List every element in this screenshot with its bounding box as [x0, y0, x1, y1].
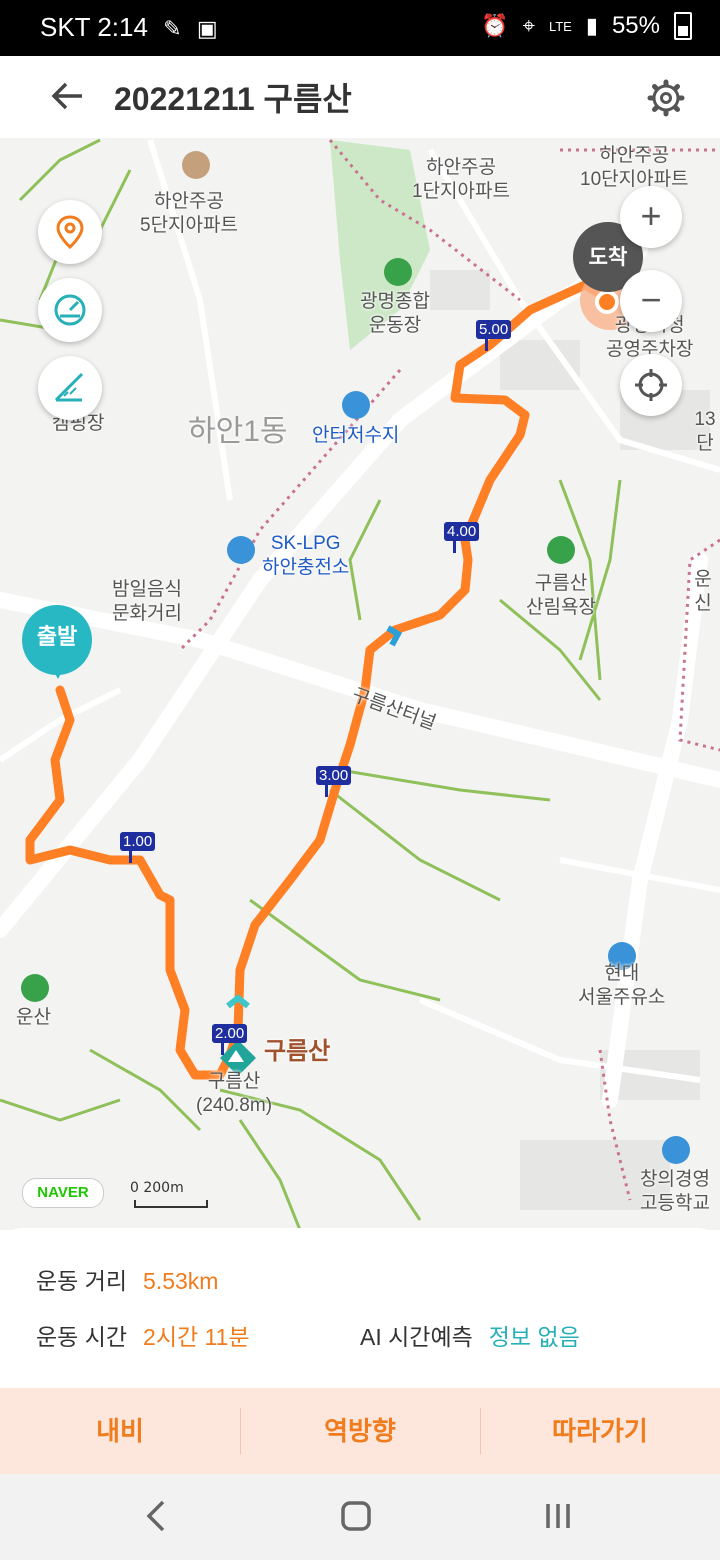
- slope-icon: [54, 372, 84, 402]
- zoom-in-button[interactable]: +: [620, 186, 682, 248]
- network-label: LTE: [548, 18, 572, 34]
- map-label-lpg: SK-LPG 하안충전소: [262, 533, 350, 578]
- system-nav-bar: [0, 1474, 720, 1560]
- time-value: 2시간 11분: [143, 1324, 250, 1350]
- km-marker: 3.00: [316, 766, 352, 797]
- page-title: 20221211 구름산: [114, 81, 352, 117]
- map-label-hanan10: 하안주공 10단지아파트: [580, 145, 689, 190]
- map-label-unsan: 운산: [16, 1007, 51, 1028]
- time-label: 운동 시간: [36, 1324, 128, 1350]
- distance-stat: 운동 거리 5.53km: [36, 1262, 218, 1296]
- map-label-far-right-1: 13단: [694, 409, 716, 454]
- stats-panel: 운동 거리 5.53km 운동 시간 2시간 11분 AI 시간예측 정보 없음: [0, 1228, 720, 1388]
- status-bar: SKT 2:14 ✎ ▣ ⏰ ⌖ LTE ▮ 55%: [0, 0, 720, 56]
- map-pin-icon: [56, 215, 84, 249]
- notification-icon: ✎: [163, 16, 182, 41]
- crosshair-icon: [635, 369, 667, 401]
- map-label-stadium: 광명종합 운동장: [360, 291, 430, 336]
- map-label-forest: 구름산 산림욕장: [526, 573, 596, 618]
- zoom-out-button[interactable]: −: [620, 270, 682, 332]
- start-pin-tip: [48, 661, 68, 679]
- map-label-food-street: 밤일음식 문화거리: [112, 579, 182, 624]
- recent-apps-icon[interactable]: [528, 1496, 588, 1538]
- app-header: 20221211 구름산: [0, 56, 720, 139]
- map-label-hyundai: 현대 서울주유소: [578, 963, 666, 1008]
- carrier-time: SKT 2:14: [40, 12, 148, 42]
- start-pin[interactable]: 출발: [22, 605, 94, 679]
- reverse-button[interactable]: 역방향: [240, 1388, 480, 1474]
- map-label-peak-detail: 구름산 (240.8m): [196, 1071, 273, 1116]
- km-marker: 2.00: [212, 1024, 248, 1055]
- scale-label: 0 200m: [130, 1180, 184, 1196]
- location-pin-button[interactable]: [38, 200, 102, 264]
- map-label-reservoir: 안터저수지: [312, 425, 400, 446]
- elevation-button[interactable]: [38, 356, 102, 420]
- alarm-icon: ⏰: [481, 13, 509, 38]
- follow-button[interactable]: 따라가기: [480, 1388, 720, 1474]
- distance-value: 5.53km: [143, 1268, 219, 1294]
- map-label-peak-name: 구름산: [264, 1038, 331, 1065]
- time-stat: 운동 시간 2시간 11분: [36, 1318, 250, 1352]
- battery-icon: [674, 12, 692, 40]
- naver-logo: NAVER: [22, 1178, 104, 1208]
- home-nav-icon[interactable]: [326, 1496, 386, 1538]
- locate-me-button[interactable]: [620, 354, 682, 416]
- battery-percent: 55%: [611, 12, 660, 39]
- speedometer-icon: [54, 294, 86, 326]
- ai-prediction-stat: AI 시간예측 정보 없음: [360, 1318, 580, 1352]
- km-marker: 1.00: [120, 832, 156, 863]
- map-label-school: 창의경영 고등학교: [640, 1169, 710, 1214]
- map-label-far-right-2: 운신: [694, 569, 712, 614]
- status-left: SKT 2:14 ✎ ▣: [40, 12, 226, 43]
- gear-icon[interactable]: [644, 76, 688, 120]
- location-icon: ⌖: [522, 13, 535, 38]
- ai-value: 정보 없음: [488, 1324, 580, 1350]
- back-arrow-icon[interactable]: [48, 74, 96, 122]
- back-nav-icon[interactable]: [126, 1496, 186, 1538]
- distance-label: 운동 거리: [36, 1268, 128, 1294]
- map-label-district: 하안1동: [188, 415, 288, 448]
- signal-icon: ▮: [585, 13, 598, 38]
- map-label-hanan1: 하안주공 1단지아파트: [412, 157, 510, 202]
- speed-button[interactable]: [38, 278, 102, 342]
- route-map[interactable]: 하안주공 5단지아파트 하안주공 1단지아파트 하안주공 10단지아파트 광명종합 운동…: [0, 138, 720, 1230]
- km-marker: 5.00: [476, 320, 512, 351]
- km-marker: 4.00: [444, 522, 480, 553]
- map-scale: 0 200m: [130, 1180, 208, 1208]
- image-icon: ▣: [196, 16, 218, 41]
- status-right: ⏰ ⌖ LTE ▮ 55%: [481, 12, 692, 40]
- map-label-hanan5: 하안주공 5단지아파트: [140, 191, 238, 236]
- ai-label: AI 시간예측: [360, 1324, 473, 1350]
- action-bar: 내비 역방향 따라가기: [0, 1388, 720, 1474]
- navi-button[interactable]: 내비: [0, 1388, 240, 1474]
- scale-bar: [134, 1200, 208, 1208]
